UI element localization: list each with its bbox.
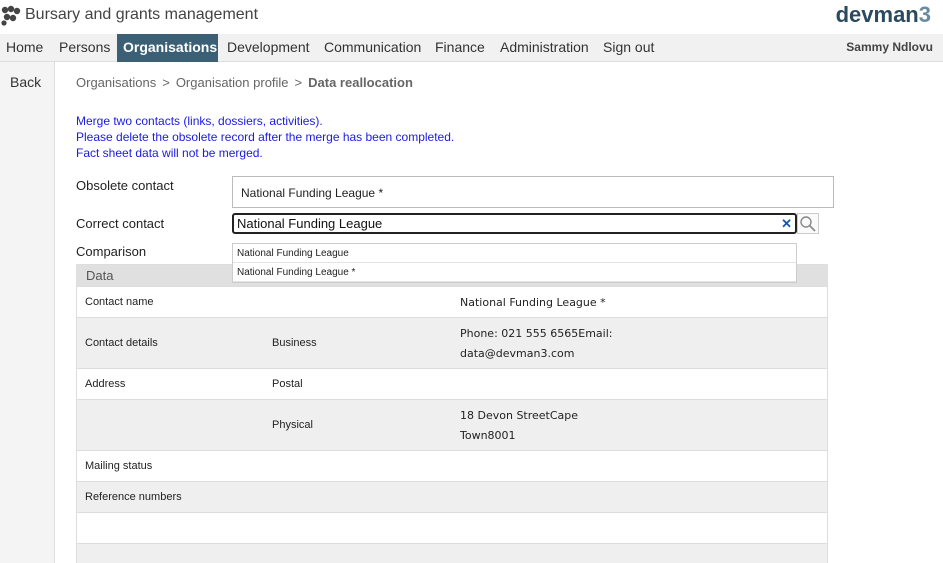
row-value: 18 Devon StreetCape: [460, 409, 579, 422]
nav-item-finance[interactable]: Finance: [429, 34, 491, 62]
close-icon[interactable]: ✕: [781, 216, 792, 232]
info-line: Please delete the obsolete record after …: [76, 130, 455, 144]
app-logo-icon: [1, 5, 21, 26]
contact-dropdown: National Funding League National Funding…: [232, 243, 797, 283]
back-button[interactable]: Back: [10, 74, 41, 90]
correct-contact-value: National Funding League: [237, 216, 383, 231]
sidebar: Back: [0, 62, 55, 563]
row-sublabel: Postal: [272, 378, 303, 390]
table-header-label: Data: [86, 268, 114, 283]
row-label: Address: [85, 378, 126, 390]
table-row: Mailing status: [77, 451, 827, 482]
search-icon: [800, 216, 816, 232]
row-value: Town8001: [460, 429, 516, 442]
obsolete-contact-label: Obsolete contact: [76, 178, 174, 193]
dropdown-option[interactable]: National Funding League *: [233, 263, 796, 282]
correct-contact-input[interactable]: National Funding League ✕: [232, 213, 797, 234]
nav-item-home[interactable]: Home: [0, 34, 49, 62]
breadcrumb-organisations[interactable]: Organisations: [76, 75, 156, 90]
comparison-table: Data Contact name National Funding Leagu…: [76, 264, 828, 563]
breadcrumb-organisation-profile[interactable]: Organisation profile: [176, 75, 289, 90]
breadcrumb: Organisations > Organisation profile > Data …: [76, 75, 413, 90]
nav-item-development[interactable]: Development: [221, 34, 316, 62]
row-value: Phone: 021 555 6565Email:: [460, 327, 613, 340]
breadcrumb-current: Data reallocation: [308, 75, 413, 90]
user-name[interactable]: Sammy Ndlovu: [846, 34, 933, 60]
nav-item-administration[interactable]: Administration: [494, 34, 595, 62]
table-row: Physical 18 Devon StreetCape Town8001: [77, 400, 827, 451]
correct-contact-label: Correct contact: [76, 216, 165, 231]
main-nav: Home Persons Organisations Development C…: [0, 34, 943, 62]
row-value: data@devman3.com: [460, 347, 575, 360]
row-label: Mailing status: [85, 460, 153, 472]
row-label: Contact details: [85, 337, 158, 349]
table-row: Reference numbers: [77, 482, 827, 513]
row-sublabel: Business: [272, 337, 317, 349]
info-line: Fact sheet data will not be merged.: [76, 146, 263, 160]
row-value: National Funding League *: [460, 296, 606, 309]
table-row: Contact name National Funding League *: [77, 287, 827, 318]
nav-item-organisations[interactable]: Organisations: [117, 34, 218, 62]
info-line: Merge two contacts (links, dossiers, act…: [76, 114, 323, 128]
brand-suffix: 3: [918, 2, 931, 27]
comparison-label: Comparison: [76, 244, 147, 259]
brand-name: devman: [835, 2, 919, 27]
obsolete-contact-field: National Funding League *: [232, 176, 834, 208]
breadcrumb-separator: >: [162, 75, 170, 90]
top-bar: Bursary and grants management devman3: [0, 0, 943, 34]
table-row: [77, 544, 827, 563]
nav-item-sign-out[interactable]: Sign out: [597, 34, 660, 62]
info-message: Merge two contacts (links, dossiers, act…: [76, 113, 454, 161]
table-row: Contact details Business Phone: 021 555 …: [77, 318, 827, 369]
breadcrumb-separator: >: [294, 75, 303, 90]
nav-item-persons[interactable]: Persons: [53, 34, 116, 62]
dropdown-option[interactable]: National Funding League: [233, 244, 796, 263]
search-button[interactable]: [797, 213, 819, 234]
brand-logo: devman3: [836, 2, 931, 28]
row-sublabel: Physical: [272, 419, 313, 431]
app-title: Bursary and grants management: [25, 6, 259, 23]
table-row: [77, 513, 827, 544]
table-row: Address Postal: [77, 369, 827, 400]
row-label: Contact name: [85, 296, 154, 308]
row-label: Reference numbers: [85, 491, 182, 503]
nav-item-communication[interactable]: Communication: [318, 34, 427, 62]
